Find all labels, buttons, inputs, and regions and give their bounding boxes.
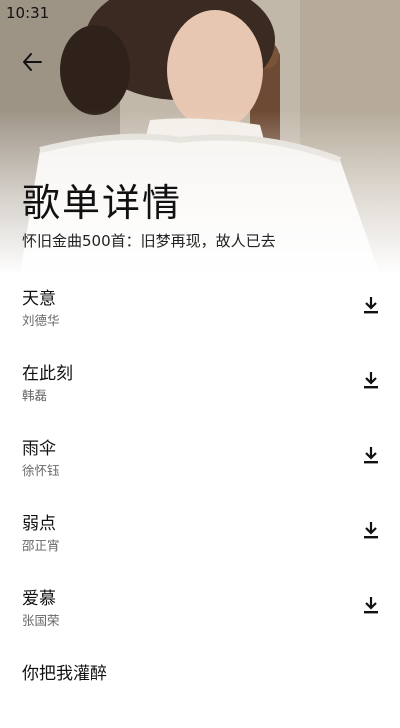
back-button[interactable] — [16, 46, 48, 78]
song-title: 你把我灌醉 — [22, 664, 107, 684]
song-title: 天意 — [22, 289, 56, 309]
song-title: 弱点 — [22, 514, 56, 534]
arrow-left-icon — [23, 53, 42, 71]
download-icon — [364, 597, 378, 614]
song-item[interactable]: 你把我灌醉 — [0, 653, 400, 728]
status-bar-time: 10:31 — [6, 4, 50, 22]
song-item[interactable]: 弱点 邵正宵 — [0, 503, 400, 578]
song-artist: 邵正宵 — [22, 538, 60, 553]
download-icon — [364, 447, 378, 464]
song-item[interactable]: 爱慕 张国荣 — [0, 578, 400, 653]
song-item[interactable]: 天意 刘德华 — [0, 278, 400, 353]
page-title: 歌单详情 — [22, 181, 183, 225]
download-icon — [364, 522, 378, 539]
song-artist: 韩磊 — [22, 388, 48, 403]
song-title: 在此刻 — [22, 364, 73, 384]
song-item[interactable]: 在此刻 韩磊 — [0, 353, 400, 428]
download-button[interactable] — [358, 517, 384, 543]
song-title: 雨伞 — [22, 439, 56, 459]
song-artist: 张国荣 — [22, 613, 60, 628]
song-list: 天意 刘德华 在此刻 韩磊 雨伞 徐怀钰 弱点 邵正宵 爱慕 张国荣 你把我灌醉 — [0, 278, 400, 728]
download-icon — [364, 372, 378, 389]
song-item[interactable]: 雨伞 徐怀钰 — [0, 428, 400, 503]
song-artist: 刘德华 — [22, 313, 60, 328]
download-button[interactable] — [358, 442, 384, 468]
song-artist: 徐怀钰 — [22, 463, 60, 478]
download-button[interactable] — [358, 292, 384, 318]
download-icon — [364, 297, 378, 314]
download-button[interactable] — [358, 592, 384, 618]
download-button[interactable] — [358, 367, 384, 393]
song-title: 爱慕 — [22, 589, 56, 609]
playlist-subtitle: 怀旧金曲500首：旧梦再现，故人已去 — [22, 232, 276, 250]
